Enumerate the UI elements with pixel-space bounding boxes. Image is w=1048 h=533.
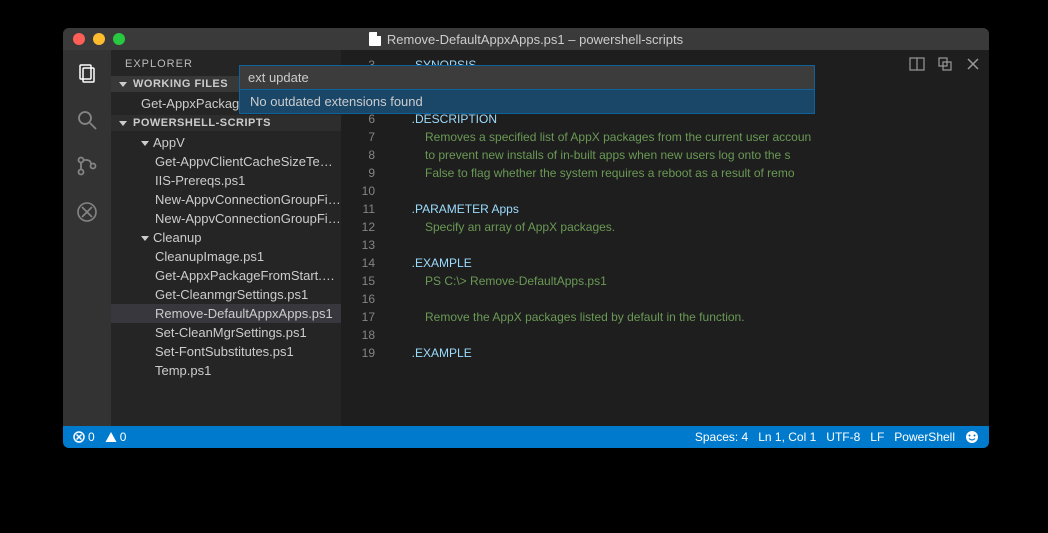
status-warnings[interactable]: 0: [105, 430, 127, 444]
folder-header[interactable]: POWERSHELL-SCRIPTS: [111, 115, 341, 131]
source-control-tab[interactable]: [73, 152, 101, 180]
command-palette-input[interactable]: [239, 65, 815, 90]
split-editor-icon[interactable]: [909, 56, 925, 72]
vscode-window: Remove-DefaultAppxApps.ps1 – powershell-…: [63, 28, 989, 448]
tree-file[interactable]: Get-AppxPackageFromStart.ps1: [111, 266, 341, 285]
tree-file[interactable]: Get-AppvClientCacheSizeTemp...: [111, 152, 341, 171]
status-indent[interactable]: Spaces: 4: [695, 430, 748, 444]
status-feedback-icon[interactable]: [965, 430, 979, 444]
tree-folder[interactable]: Cleanup: [111, 228, 341, 247]
explorer-tab[interactable]: [73, 60, 101, 88]
search-tab[interactable]: [73, 106, 101, 134]
tree-file[interactable]: Set-FontSubstitutes.ps1: [111, 342, 341, 361]
debug-tab[interactable]: [73, 198, 101, 226]
file-icon: [369, 32, 381, 46]
command-palette-results: No outdated extensions found: [239, 90, 815, 114]
status-eol[interactable]: LF: [870, 430, 884, 444]
tree-file[interactable]: Get-CleanmgrSettings.ps1: [111, 285, 341, 304]
tree-file[interactable]: Temp.ps1: [111, 361, 341, 380]
status-cursor[interactable]: Ln 1, Col 1: [758, 430, 816, 444]
folder-tree: AppVGet-AppvClientCacheSizeTemp...IIS-Pr…: [111, 131, 341, 382]
tree-file[interactable]: Set-CleanMgrSettings.ps1: [111, 323, 341, 342]
tree-file[interactable]: New-AppvConnectionGroupFil...: [111, 209, 341, 228]
command-palette-result-item[interactable]: No outdated extensions found: [240, 90, 814, 113]
window-title: Remove-DefaultAppxApps.ps1 – powershell-…: [63, 32, 989, 47]
editor-actions: [909, 56, 981, 72]
tree-file[interactable]: Remove-DefaultAppxApps.ps1: [111, 304, 341, 323]
status-bar: 0 0 Spaces: 4 Ln 1, Col 1 UTF-8 LF Power…: [63, 426, 989, 448]
status-errors[interactable]: 0: [73, 430, 95, 444]
tree-file[interactable]: New-AppvConnectionGroupFil...: [111, 190, 341, 209]
tree-folder[interactable]: AppV: [111, 133, 341, 152]
status-encoding[interactable]: UTF-8: [826, 430, 860, 444]
more-actions-icon[interactable]: [937, 56, 953, 72]
status-language[interactable]: PowerShell: [894, 430, 955, 444]
command-palette: No outdated extensions found: [239, 65, 815, 114]
close-editor-icon[interactable]: [965, 56, 981, 72]
titlebar: Remove-DefaultAppxApps.ps1 – powershell-…: [63, 28, 989, 50]
tree-file[interactable]: CleanupImage.ps1: [111, 247, 341, 266]
tree-file[interactable]: IIS-Prereqs.ps1: [111, 171, 341, 190]
activity-bar: [63, 50, 111, 426]
window-title-text: Remove-DefaultAppxApps.ps1 – powershell-…: [387, 32, 683, 47]
